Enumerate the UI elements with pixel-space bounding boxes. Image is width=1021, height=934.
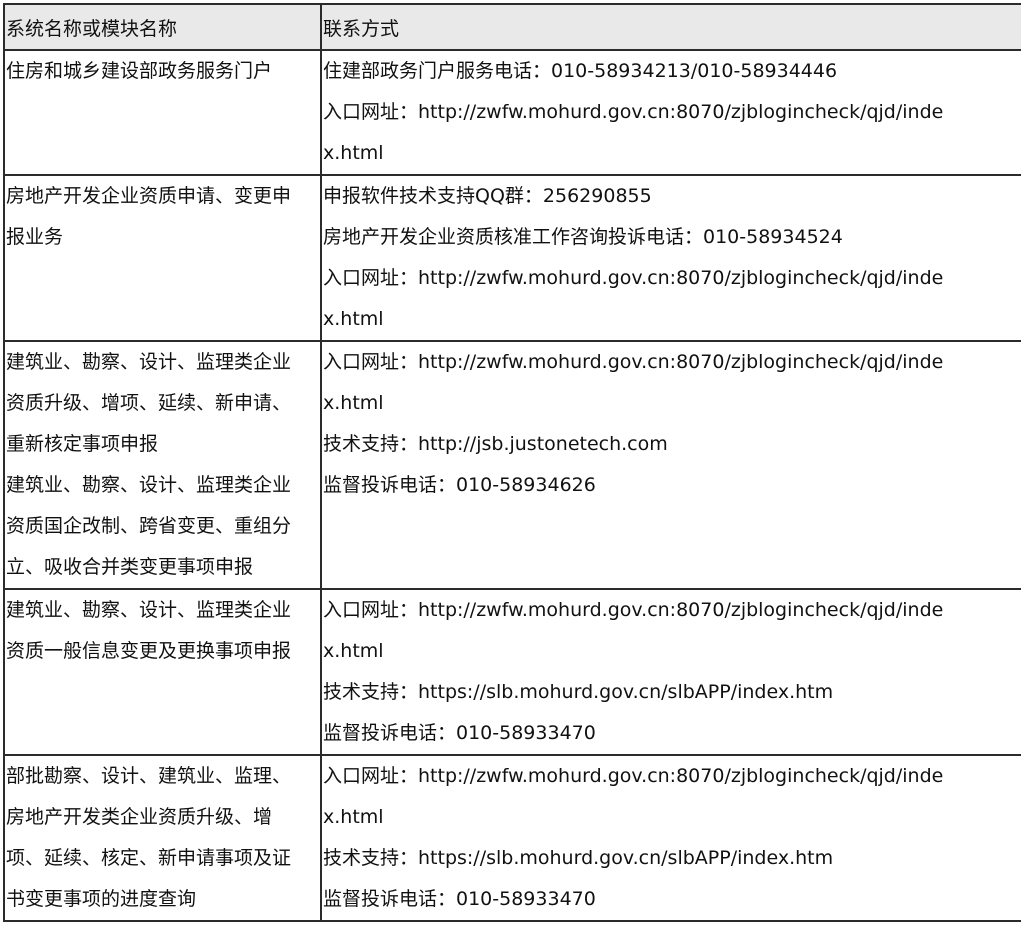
table-row: 建筑业、勘察、设计、监理类企业 资质一般信息变更及更换事项申报 入口网址：htt… — [3, 588, 1021, 756]
system-name-line: 房地产开发类企业资质升级、增 — [6, 806, 273, 828]
contact-cell: 申报软件技术支持QQ群：256290855 房地产开发企业资质核准工作咨询投诉电… — [320, 174, 1021, 342]
contact-line: 技术支持：https://slb.mohurd.gov.cn/slbAPP/in… — [323, 681, 834, 703]
system-name-line: 建筑业、勘察、设计、监理类企业 — [6, 474, 292, 496]
contact-line: 住建部政务门户服务电话：010-58934213/010-58934446 — [323, 60, 838, 82]
contact-line: 监督投诉电话：010-58934626 — [323, 474, 596, 496]
system-name-line: 房地产开发企业资质申请、变更申 — [6, 185, 292, 207]
contact-line: x.html — [323, 392, 384, 414]
system-name-cell: 部批勘察、设计、建筑业、监理、 房地产开发类企业资质升级、增 项、延续、核定、新… — [3, 754, 322, 922]
table-row: 住房和城乡建设部政务服务门户 住建部政务门户服务电话：010-58934213/… — [3, 49, 1021, 176]
contact-cell: 入口网址：http://zwfw.mohurd.gov.cn:8070/zjbl… — [320, 754, 1021, 922]
contact-line: 房地产开发企业资质核准工作咨询投诉电话：010-58934524 — [323, 226, 843, 248]
header-system-name: 系统名称或模块名称 — [3, 3, 322, 51]
system-name-line: 报业务 — [6, 226, 64, 248]
contact-line: 申报软件技术支持QQ群：256290855 — [323, 185, 652, 207]
contact-cell: 入口网址：http://zwfw.mohurd.gov.cn:8070/zjbl… — [320, 340, 1021, 590]
system-name-line: 资质一般信息变更及更换事项申报 — [6, 640, 292, 662]
table-row: 建筑业、勘察、设计、监理类企业 资质升级、增项、延续、新申请、 重新核定事项申报… — [3, 340, 1021, 590]
contact-cell: 住建部政务门户服务电话：010-58934213/010-58934446 入口… — [320, 49, 1021, 176]
contact-cell: 入口网址：http://zwfw.mohurd.gov.cn:8070/zjbl… — [320, 588, 1021, 756]
system-name-line: 项、延续、核定、新申请事项及证 — [6, 847, 292, 869]
table-row: 部批勘察、设计、建筑业、监理、 房地产开发类企业资质升级、增 项、延续、核定、新… — [3, 754, 1021, 922]
contact-line: 入口网址：http://zwfw.mohurd.gov.cn:8070/zjbl… — [323, 351, 944, 373]
system-name-cell: 房地产开发企业资质申请、变更申 报业务 — [3, 174, 322, 342]
system-name-line: 重新核定事项申报 — [6, 433, 159, 455]
contact-line: 技术支持：http://jsb.justonetech.com — [323, 433, 668, 455]
contact-line: x.html — [323, 308, 384, 330]
contact-line: x.html — [323, 142, 384, 164]
contact-line: 入口网址：http://zwfw.mohurd.gov.cn:8070/zjbl… — [323, 101, 944, 123]
contact-table: 系统名称或模块名称 联系方式 住房和城乡建设部政务服务门户 住建部政务门户服务电… — [3, 3, 1021, 922]
system-name-cell: 建筑业、勘察、设计、监理类企业 资质一般信息变更及更换事项申报 — [3, 588, 322, 756]
system-name-line: 资质升级、增项、延续、新申请、 — [6, 392, 292, 414]
table-row: 房地产开发企业资质申请、变更申 报业务 申报软件技术支持QQ群：25629085… — [3, 174, 1021, 342]
system-name-line: 部批勘察、设计、建筑业、监理、 — [6, 765, 292, 787]
system-name-line: 资质国企改制、跨省变更、重组分 — [6, 515, 292, 537]
system-name-cell: 住房和城乡建设部政务服务门户 — [3, 49, 322, 176]
system-name-line: 建筑业、勘察、设计、监理类企业 — [6, 599, 292, 621]
contact-line: 入口网址：http://zwfw.mohurd.gov.cn:8070/zjbl… — [323, 267, 944, 289]
contact-line: 技术支持：https://slb.mohurd.gov.cn/slbAPP/in… — [323, 847, 834, 869]
header-contact: 联系方式 — [320, 3, 1021, 51]
contact-line: 监督投诉电话：010-58933470 — [323, 722, 596, 744]
system-name-line: 住房和城乡建设部政务服务门户 — [6, 60, 273, 82]
contact-line: x.html — [323, 640, 384, 662]
contact-line: 入口网址：http://zwfw.mohurd.gov.cn:8070/zjbl… — [323, 599, 944, 621]
contact-line: x.html — [323, 806, 384, 828]
system-name-line: 建筑业、勘察、设计、监理类企业 — [6, 351, 292, 373]
system-name-cell: 建筑业、勘察、设计、监理类企业 资质升级、增项、延续、新申请、 重新核定事项申报… — [3, 340, 322, 590]
contact-line: 监督投诉电话：010-58933470 — [323, 888, 596, 910]
system-name-line: 立、吸收合并类变更事项申报 — [6, 556, 254, 578]
system-name-line: 书变更事项的进度查询 — [6, 888, 197, 910]
contact-line: 入口网址：http://zwfw.mohurd.gov.cn:8070/zjbl… — [323, 765, 944, 787]
table-header-row: 系统名称或模块名称 联系方式 — [3, 3, 1021, 51]
